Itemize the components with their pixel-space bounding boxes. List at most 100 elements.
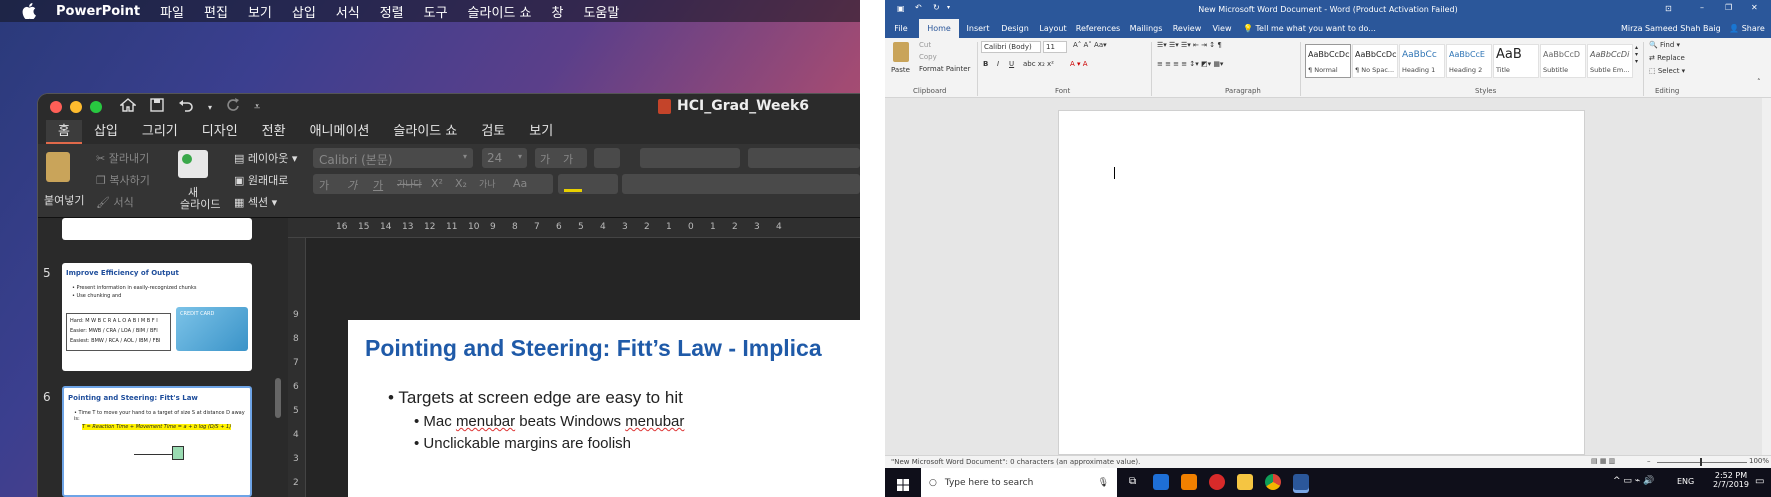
tab-view[interactable]: View	[1207, 19, 1237, 38]
format-painter-button[interactable]: Format Painter	[919, 65, 970, 73]
new-slide-icon[interactable]	[178, 150, 208, 178]
menu-format[interactable]: 서식	[336, 2, 360, 21]
font-grow-shrink[interactable]: 가가	[535, 148, 587, 168]
slide-canvas[interactable]: Pointing and Steering: Fitt’s Law - Impl…	[348, 320, 860, 497]
menu-help[interactable]: 도움말	[583, 2, 619, 21]
slide-bullet-2[interactable]: • Mac menubar beats Windows menubar	[414, 413, 684, 430]
restore-button[interactable]: ❐	[1725, 3, 1732, 12]
find-button[interactable]: 🔍 Find ▾	[1649, 41, 1680, 49]
opera-icon[interactable]	[1209, 474, 1225, 490]
menu-edit[interactable]: 편집	[204, 2, 228, 21]
paste-button[interactable]: Paste	[891, 66, 910, 74]
copy-button[interactable]: ❐ 복사하기	[96, 172, 150, 188]
share-button[interactable]: 👤 Share	[1725, 19, 1769, 38]
grow-font-button[interactable]: A˄ A˅ Aa▾	[1073, 41, 1107, 49]
menu-file[interactable]: 파일	[160, 2, 184, 21]
tray-icons[interactable]: ^ ▭ ⌁ 🔊	[1613, 476, 1654, 486]
section-button[interactable]: ▦ 섹션 ▾	[234, 194, 277, 210]
replace-button[interactable]: ⇄ Replace	[1649, 54, 1685, 62]
style-normal[interactable]: AaBbCcDc ¶ Normal	[1305, 44, 1351, 78]
new-slide-label-2[interactable]: 슬라이드	[180, 196, 220, 212]
style-title[interactable]: AaB Title	[1493, 44, 1539, 78]
zoom-slider[interactable]	[1657, 462, 1747, 463]
slide-bullet-3[interactable]: • Unclickable margins are foolish	[414, 435, 631, 452]
tab-review[interactable]: 검토	[469, 120, 517, 144]
collapse-ribbon-icon[interactable]: ˄	[1757, 78, 1761, 86]
strike-button[interactable]: 가나다	[397, 177, 422, 190]
layout-button[interactable]: ▤ 레이아웃 ▾	[234, 150, 297, 166]
slide-thumbnail-5[interactable]: Improve Efficiency of Output • Present i…	[62, 263, 252, 371]
slide-thumbnail-4[interactable]	[62, 218, 252, 240]
misspelled-word[interactable]: menubar	[456, 413, 515, 430]
slide-thumbnail-6[interactable]: Pointing and Steering: Fitt's Law • Time…	[62, 386, 252, 497]
view-buttons[interactable]: ▤ ▦ ▥	[1591, 457, 1615, 465]
undo-icon[interactable]	[178, 98, 194, 116]
grow-font-button[interactable]: 가	[540, 151, 550, 167]
style-heading-2[interactable]: AaBbCcE Heading 2	[1446, 44, 1492, 78]
menu-slideshow[interactable]: 슬라이드 쇼	[468, 2, 532, 21]
word-icon[interactable]	[1293, 474, 1309, 490]
minimize-button[interactable]	[70, 101, 82, 113]
tab-view[interactable]: 보기	[517, 120, 565, 144]
font-name-select[interactable]: Calibri (본문) ▾	[313, 148, 473, 168]
menu-insert[interactable]: 삽입	[292, 2, 316, 21]
font-size-select[interactable]: 11	[1043, 41, 1067, 53]
tab-transitions[interactable]: 전환	[250, 120, 298, 144]
microphone-icon[interactable]: 🎙	[1098, 478, 1109, 488]
zoom-button[interactable]	[90, 101, 102, 113]
underline-button[interactable]: 가	[373, 177, 383, 193]
tab-insert[interactable]: 삽입	[82, 120, 130, 144]
highlight-color-button[interactable]	[558, 174, 618, 194]
tab-mailings[interactable]: Mailings	[1125, 19, 1167, 38]
tab-animations[interactable]: 애니메이션	[298, 120, 382, 144]
slide-title[interactable]: Pointing and Steering: Fitt’s Law - Impl…	[365, 335, 822, 362]
close-button[interactable]: ✕	[1751, 3, 1758, 12]
tell-me-box[interactable]: 💡 Tell me what you want to do...	[1243, 19, 1383, 38]
chevron-down-icon[interactable]: ▾	[208, 103, 212, 112]
change-case-button[interactable]: Aa	[513, 177, 527, 190]
tab-slideshow[interactable]: 슬라이드 쇼	[381, 120, 469, 144]
reset-button[interactable]: ▣ 원래대로	[234, 172, 288, 188]
redo-icon[interactable]	[226, 98, 240, 116]
clock[interactable]: 2:52 PM 2/7/2019	[1711, 471, 1751, 489]
tab-layout[interactable]: Layout	[1035, 19, 1071, 38]
cut-button[interactable]: ✂ 잘라내기	[96, 150, 149, 166]
menu-window[interactable]: 창	[551, 2, 563, 21]
style-subtle-emphasis[interactable]: AaBbCcDi Subtle Em...	[1587, 44, 1633, 78]
clear-format-button[interactable]	[594, 148, 620, 168]
menu-view[interactable]: 보기	[248, 2, 272, 21]
style-no-spacing[interactable]: AaBbCcDc ¶ No Spac...	[1352, 44, 1398, 78]
tab-insert[interactable]: Insert	[961, 19, 995, 38]
style-heading-1[interactable]: AaBbCc Heading 1	[1399, 44, 1445, 78]
document-page[interactable]	[1058, 110, 1585, 455]
tab-references[interactable]: References	[1073, 19, 1123, 38]
format-painter-button[interactable]: 🖌 서식	[96, 194, 134, 210]
status-word-count[interactable]: "New Microsoft Word Document": 0 charact…	[891, 458, 1140, 466]
styles-scroll-icon[interactable]: ▴ ▾ ▾	[1635, 44, 1638, 65]
apple-icon[interactable]	[18, 0, 40, 22]
file-explorer-icon[interactable]	[1237, 474, 1253, 490]
font-name-select[interactable]: Calibri (Body)	[981, 41, 1041, 53]
windows-start-icon[interactable]	[897, 476, 909, 495]
task-view-icon[interactable]: ⧉	[1129, 476, 1136, 487]
menu-tools[interactable]: 도구	[424, 2, 448, 21]
zoom-slider-thumb[interactable]	[1700, 458, 1702, 466]
underline-button[interactable]: U	[1009, 60, 1014, 68]
edge-icon[interactable]	[1153, 474, 1169, 490]
italic-button[interactable]: 가	[347, 177, 357, 193]
select-button[interactable]: ⬚ Select ▾	[1649, 67, 1685, 75]
menubar-app-name[interactable]: PowerPoint	[56, 4, 140, 19]
shrink-font-button[interactable]: 가	[563, 151, 573, 167]
alignment-buttons[interactable]: ≡ ≡ ≡ ≡ ↕▾ ◩▾ ▦▾	[1157, 60, 1223, 68]
bold-button[interactable]: 가	[319, 177, 329, 193]
zoom-out-button[interactable]: –	[1647, 457, 1651, 465]
vertical-scrollbar[interactable]	[1762, 98, 1771, 455]
taskbar-search[interactable]: ○ Type here to search 🎙	[921, 468, 1117, 497]
spacing-button[interactable]: 가나	[479, 177, 496, 190]
superscript-button[interactable]: X²	[431, 177, 443, 190]
indent-buttons[interactable]	[748, 148, 860, 168]
alignment-buttons[interactable]	[640, 174, 860, 194]
vlc-icon[interactable]	[1181, 474, 1197, 490]
tab-design[interactable]: Design	[997, 19, 1033, 38]
language-indicator[interactable]: ENG	[1677, 477, 1694, 486]
